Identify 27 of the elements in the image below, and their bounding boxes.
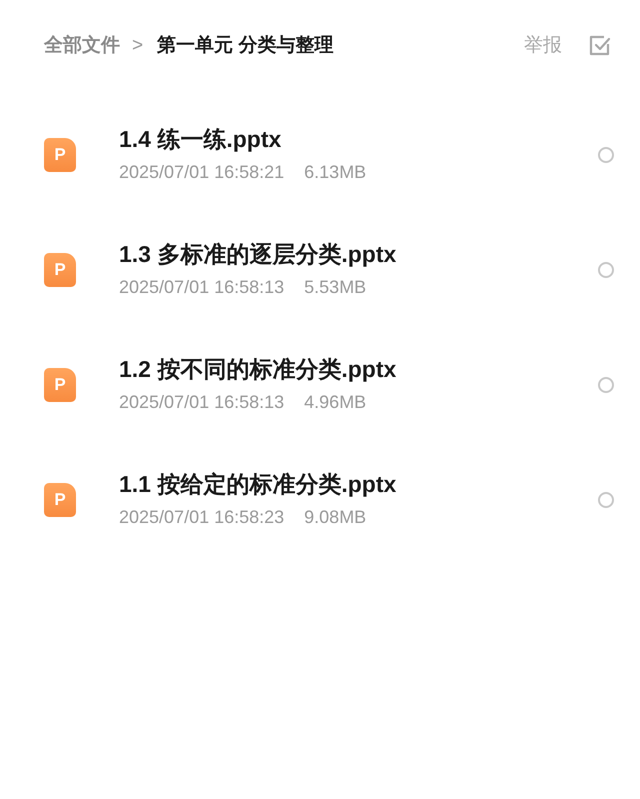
file-size: 5.53MB (304, 276, 366, 298)
select-radio[interactable] (598, 262, 614, 278)
file-date: 2025/07/01 16:58:13 (119, 276, 284, 298)
breadcrumb-separator: > (132, 34, 144, 58)
file-row[interactable]: P 1.2 按不同的标准分类.pptx 2025/07/01 16:58:13 4.96MB (0, 327, 640, 442)
file-row[interactable]: P 1.1 按给定的标准分类.pptx 2025/07/01 16:58:23 9.08MB (0, 442, 640, 557)
presentation-file-icon: P (44, 482, 76, 516)
file-date: 2025/07/01 16:58:23 (119, 506, 284, 528)
file-name: 1.3 多标准的逐层分类.pptx (119, 240, 396, 268)
file-size: 9.08MB (304, 506, 366, 528)
file-size: 6.13MB (304, 160, 366, 184)
select-radio[interactable] (598, 492, 614, 508)
select-radio[interactable] (598, 376, 614, 392)
file-row[interactable]: P 1.3 多标准的逐层分类.pptx 2025/07/01 16:58:13 5.53MB (0, 212, 640, 327)
file-size: 4.96MB (304, 390, 366, 414)
select-radio[interactable] (598, 146, 614, 162)
presentation-file-icon: P (44, 252, 76, 286)
multi-select-icon[interactable] (588, 34, 612, 58)
presentation-file-icon: P (44, 138, 76, 172)
current-folder-title: 第一单元 分类与整理 (157, 34, 334, 58)
file-name: 1.2 按不同的标准分类.pptx (119, 354, 396, 384)
file-row[interactable]: P 1.4 练一练.pptx 2025/07/01 16:58:21 6.13MB (0, 97, 640, 212)
file-date: 2025/07/01 16:58:13 (119, 390, 284, 414)
presentation-file-icon: P (44, 368, 76, 402)
file-name: 1.1 按给定的标准分类.pptx (119, 470, 396, 498)
file-name: 1.4 练一练.pptx (119, 124, 282, 154)
file-date: 2025/07/01 16:58:21 (119, 160, 284, 184)
